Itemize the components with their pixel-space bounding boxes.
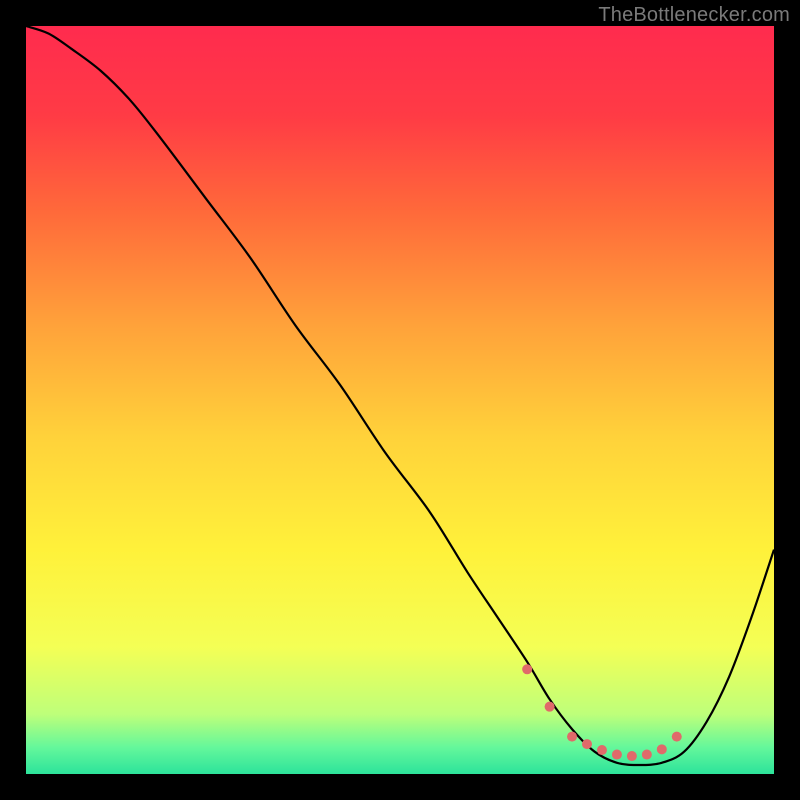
sweet-spot-dot — [657, 744, 667, 754]
sweet-spot-dot — [567, 732, 577, 742]
sweet-spot-dot — [582, 739, 592, 749]
attribution-text: TheBottlenecker.com — [598, 4, 790, 27]
plot-area — [26, 26, 774, 774]
sweet-spot-dot — [597, 745, 607, 755]
sweet-spot-dot — [627, 751, 637, 761]
sweet-spot-dot — [612, 750, 622, 760]
chart-svg — [26, 26, 774, 774]
sweet-spot-dot — [522, 664, 532, 674]
sweet-spot-dot — [642, 750, 652, 760]
chart-stage: TheBottlenecker.com — [0, 0, 800, 800]
sweet-spot-dot — [545, 702, 555, 712]
gradient-background — [26, 26, 774, 774]
sweet-spot-dot — [672, 732, 682, 742]
